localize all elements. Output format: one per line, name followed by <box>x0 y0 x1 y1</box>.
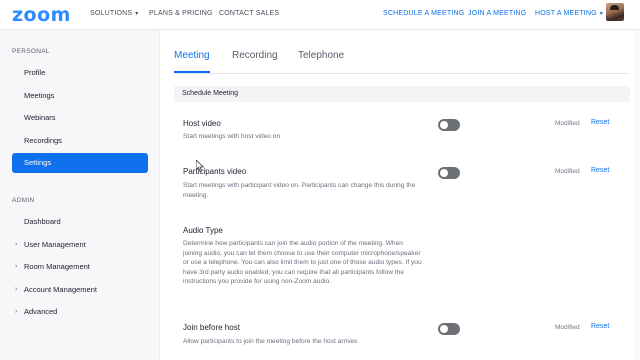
toggle-knob <box>440 325 448 333</box>
sidebar-item-profile[interactable]: Profile <box>12 64 148 82</box>
top-nav: zoom SOLUTIONS ▾ PLANS & PRICING CONTACT … <box>0 0 640 30</box>
sidebar-item-label: User Management <box>24 240 86 249</box>
tab-telephone[interactable]: Telephone <box>298 50 344 61</box>
sidebar-item-label: Account Management <box>24 285 97 294</box>
tab-divider <box>174 73 630 74</box>
toggle-knob <box>440 169 448 177</box>
nav-contact-sales[interactable]: CONTACT SALES <box>219 10 279 17</box>
nav-solutions-label: SOLUTIONS <box>90 10 133 17</box>
host-video-reset-link[interactable]: Reset <box>591 119 609 126</box>
modified-label: Modified <box>555 168 580 175</box>
tab-recording[interactable]: Recording <box>232 50 278 61</box>
chevron-right-icon: › <box>15 241 18 248</box>
settings-panel: Meeting Recording Telephone Schedule Mee… <box>160 30 640 360</box>
join-before-host-toggle[interactable] <box>438 323 460 335</box>
sidebar-item-webinars[interactable]: Webinars <box>12 109 148 127</box>
nav-schedule-meeting[interactable]: SCHEDULE A MEETING <box>383 10 464 17</box>
sidebar-item-label: Advanced <box>24 307 58 316</box>
sidebar-item-advanced[interactable]: › Advanced <box>12 303 148 321</box>
sidebar: PERSONAL Profile Meetings Webinars Recor… <box>0 30 160 360</box>
sidebar-item-user-management[interactable]: › User Management <box>12 236 148 254</box>
avatar[interactable] <box>606 3 624 21</box>
nav-host-meeting[interactable]: HOST A MEETING ▾ <box>535 10 603 17</box>
nav-join-meeting[interactable]: JOIN A MEETING <box>468 10 526 17</box>
sidebar-heading-admin: ADMIN <box>12 197 35 204</box>
section-header-schedule-meeting: Schedule Meeting <box>174 86 630 102</box>
chevron-right-icon: › <box>15 286 18 293</box>
sidebar-item-account-management[interactable]: › Account Management <box>12 281 148 299</box>
setting-desc-audio-type: Determine how participants can join the … <box>183 240 422 286</box>
modified-label: Modified <box>555 324 580 331</box>
setting-desc-join-before-host: Allow participants to join the meeting b… <box>183 338 358 345</box>
sidebar-item-settings[interactable]: Settings <box>12 153 148 173</box>
modified-label: Modified <box>555 120 580 127</box>
sidebar-item-dashboard[interactable]: Dashboard <box>12 213 148 231</box>
setting-title-join-before-host: Join before host <box>183 323 240 332</box>
page-scrollbar[interactable] <box>634 30 640 360</box>
sidebar-heading-personal: PERSONAL <box>12 48 50 55</box>
chevron-right-icon: › <box>15 263 18 270</box>
setting-desc-participants-video: Start meetings with participant video on… <box>183 182 416 199</box>
zoom-logo[interactable]: zoom <box>12 4 71 26</box>
nav-solutions[interactable]: SOLUTIONS ▾ <box>90 10 138 17</box>
chevron-down-icon: ▾ <box>599 11 604 17</box>
join-before-host-reset-link[interactable]: Reset <box>591 323 609 330</box>
tab-meeting[interactable]: Meeting <box>174 50 210 61</box>
sidebar-item-label: Room Management <box>24 262 90 271</box>
nav-plans-pricing[interactable]: PLANS & PRICING <box>149 10 213 17</box>
setting-title-host-video: Host video <box>183 119 221 128</box>
sidebar-item-meetings[interactable]: Meetings <box>12 87 148 105</box>
participants-video-toggle[interactable] <box>438 167 460 179</box>
chevron-right-icon: › <box>15 308 18 315</box>
setting-title-audio-type: Audio Type <box>183 226 223 235</box>
setting-desc-host-video: Start meetings with host video on <box>183 133 281 140</box>
host-video-toggle[interactable] <box>438 119 460 131</box>
setting-title-participants-video: Participants video <box>183 167 247 176</box>
toggle-knob <box>440 121 448 129</box>
participants-video-reset-link[interactable]: Reset <box>591 167 609 174</box>
sidebar-item-room-management[interactable]: › Room Management <box>12 258 148 276</box>
sidebar-item-recordings[interactable]: Recordings <box>12 132 148 150</box>
chevron-down-icon: ▾ <box>135 11 139 17</box>
nav-host-meeting-label: HOST A MEETING <box>535 10 597 17</box>
